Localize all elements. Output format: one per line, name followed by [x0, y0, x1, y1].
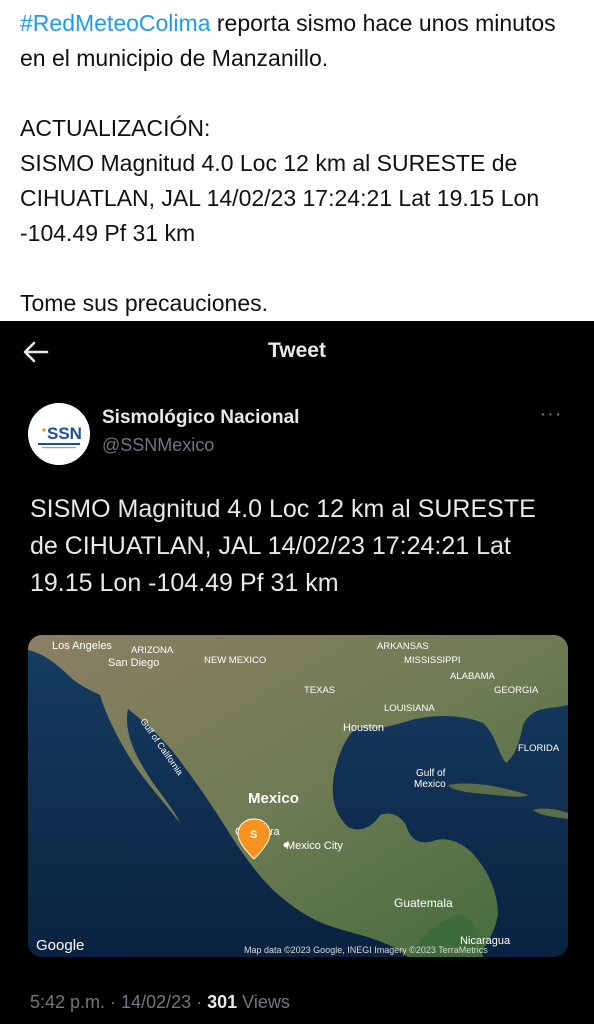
page-title: Tweet: [268, 339, 326, 362]
label-georgia: GEORGIA: [494, 685, 539, 696]
post-intro: #RedMeteoColima reporta sismo hace unos …: [20, 6, 580, 76]
marker-label: S: [250, 829, 257, 841]
meta-separator: ·: [191, 992, 208, 1012]
closing-text: Tome sus precauciones.: [20, 290, 269, 316]
ssn-logo-icon: SSN: [28, 403, 90, 465]
author-row: SSN Sismológico Nacional @SSNMexico ···: [28, 403, 574, 473]
label-arizona: ARIZONA: [131, 645, 174, 656]
label-gulf-of-mexico-2: Mexico: [414, 779, 446, 790]
label-los-angeles: Los Angeles: [52, 640, 112, 652]
mexico-city-dot: [283, 842, 289, 848]
tweet-text: SISMO Magnitud 4.0 Loc 12 km al SURESTE …: [30, 495, 536, 597]
label-mexico: Mexico: [248, 790, 299, 807]
label-guatemala: Guatemala: [394, 896, 453, 910]
label-san-diego: San Diego: [108, 657, 159, 669]
label-arkansas: ARKANSAS: [377, 641, 429, 652]
views-count[interactable]: 301: [207, 992, 237, 1012]
update-heading: ACTUALIZACIÓN:: [20, 115, 211, 141]
tweet-time[interactable]: 5:42 p.m.: [30, 992, 105, 1012]
tweet-header-bar: Tweet: [0, 321, 594, 383]
map-graphic: Los Angeles ARIZONA San Diego NEW MEXICO…: [28, 635, 568, 957]
tweet-date[interactable]: 14/02/23: [121, 992, 191, 1012]
label-houston: Houston: [343, 722, 384, 734]
views-label: Views: [237, 992, 290, 1012]
google-logo: Google: [36, 937, 84, 954]
label-texas: TEXAS: [304, 685, 335, 696]
map-attribution[interactable]: Map data ©2023 Google, INEGI Imagery ©20…: [244, 945, 488, 955]
label-alabama: ALABAMA: [450, 671, 496, 682]
label-florida: FLORIDA: [518, 743, 560, 754]
meta-separator: ·: [105, 992, 122, 1012]
author-handle[interactable]: @SSNMexico: [102, 435, 214, 456]
label-new-mexico: NEW MEXICO: [204, 655, 266, 666]
label-louisiana: LOUISIANA: [384, 703, 435, 714]
author-name[interactable]: Sismológico Nacional: [102, 407, 299, 429]
avatar-text: SSN: [47, 424, 82, 443]
tweet-meta: 5:42 p.m. · 14/02/23 · 301 Views: [30, 992, 290, 1013]
more-options-icon[interactable]: ···: [536, 404, 566, 429]
label-mexico-city: Mexico City: [286, 840, 343, 852]
label-mississippi: MISSISSIPPI: [404, 655, 461, 666]
avatar[interactable]: SSN: [28, 403, 90, 465]
post-text: #RedMeteoColima reporta sismo hace unos …: [20, 6, 580, 321]
update-body: SISMO Magnitud 4.0 Loc 12 km al SURESTE …: [20, 150, 540, 246]
embedded-tweet[interactable]: Tweet SSN Sismológico Nacional @SSNMexic…: [0, 321, 594, 1024]
label-gulf-of-mexico-1: Gulf of: [416, 768, 446, 779]
map-image[interactable]: Los Angeles ARIZONA San Diego NEW MEXICO…: [28, 635, 568, 957]
hashtag-link[interactable]: #RedMeteoColima: [20, 10, 210, 36]
